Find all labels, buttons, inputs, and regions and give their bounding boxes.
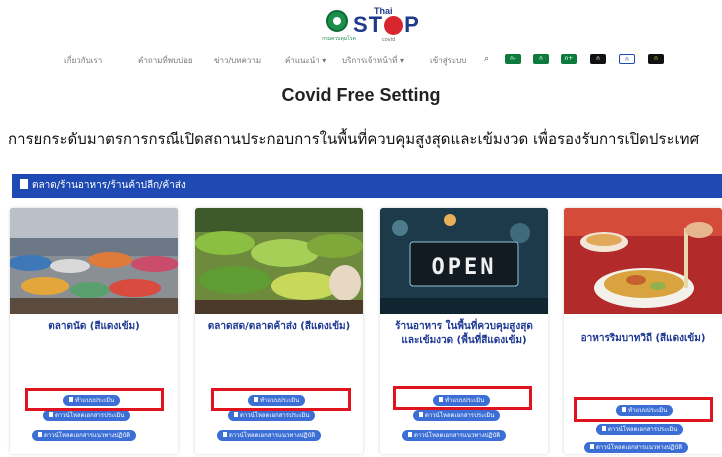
download-guideline-button[interactable]: ดาวน์โหลดเอกสารแนวทางปฏิบัติ <box>584 442 689 453</box>
site-logo[interactable]: กรมควบคุมโรค Thai STOP covid <box>0 6 722 44</box>
font-size-increase-button[interactable]: ก+ <box>561 54 577 64</box>
card-image <box>10 208 178 314</box>
download-icon <box>590 444 594 449</box>
nav-item-advice[interactable]: คำแนะนำ ▾ <box>285 54 326 67</box>
ddc-emblem-icon <box>326 10 348 32</box>
card-title: อาหารริมบาทวิถี (สีแดงเข้ม) <box>580 333 706 344</box>
highlight-box <box>25 388 164 411</box>
download-icon <box>408 432 412 437</box>
card-fresh-market: ตลาดสด/ตลาดค้าส่ง (สีแดงเข้ม) ทำแบบประเม… <box>195 208 363 454</box>
download-icon <box>234 412 238 417</box>
stop-o-icon: O <box>384 16 404 35</box>
download-assessment-button[interactable]: ดาวน์โหลดเอกสารประเมิน <box>413 410 501 421</box>
nav-item-staff-services[interactable]: บริการเจ้าหน้าที่ ▾ <box>342 54 404 67</box>
card-market: ตลาดนัด (สีแดงเข้ม) ทำแบบประเมิน ดาวน์โห… <box>10 208 178 454</box>
contrast-yellow-button[interactable]: ก <box>648 54 664 64</box>
card-title: ตลาดนัด (สีแดงเข้ม) <box>48 321 140 332</box>
nav-item-faq[interactable]: คำถามที่พบบ่อย <box>138 54 193 67</box>
page-title: Covid Free Setting <box>281 85 441 105</box>
page-subheading: การยกระดับมาตรการกรณีเปิดสถานประกอบการใน… <box>8 130 700 148</box>
logo-caption: กรมควบคุมโรค <box>322 36 356 42</box>
download-guideline-button[interactable]: ดาวน์โหลดเอกสารแนวทางปฏิบัติ <box>217 430 322 441</box>
card-title: ตลาดสด/ตลาดค้าส่ง (สีแดงเข้ม) <box>207 321 351 332</box>
download-assessment-button[interactable]: ดาวน์โหลดเอกสารประเมิน <box>596 424 684 435</box>
font-size-decrease-button[interactable]: ก- <box>505 54 521 64</box>
category-label: ตลาด/ร้านอาหาร/ร้านค้าปลีก/ค้าส่ง <box>32 180 186 191</box>
highlight-box <box>574 397 713 422</box>
highlight-box <box>393 386 532 410</box>
logo-brand-big: STOP <box>353 12 420 37</box>
card-image: OPEN <box>380 208 548 314</box>
contrast-dark-button[interactable]: ก <box>590 54 606 64</box>
top-nav: เกี่ยวกับเรา คำถามที่พบบ่อย ข่าว/บทความ … <box>0 52 722 68</box>
document-icon <box>20 179 28 189</box>
download-icon <box>223 432 227 437</box>
contrast-light-button[interactable]: ก <box>619 54 635 64</box>
font-size-normal-button[interactable]: ก <box>533 54 549 64</box>
open-sign-photo: OPEN <box>380 208 548 314</box>
category-header: ตลาด/ร้านอาหาร/ร้านค้าปลีก/ค้าส่ง <box>12 174 722 198</box>
nav-item-login[interactable]: เข้าสู่ระบบ <box>430 54 466 67</box>
download-icon <box>419 412 423 417</box>
nav-item-about[interactable]: เกี่ยวกับเรา <box>64 54 102 67</box>
open-sign-text: OPEN <box>432 255 497 280</box>
download-assessment-button[interactable]: ดาวน์โหลดเอกสารประเมิน <box>228 410 316 421</box>
card-title: ร้านอาหาร ในพื้นที่ควบคุมสูงสุดและเข้มงว… <box>395 321 533 346</box>
market-photo <box>10 208 178 314</box>
download-icon <box>38 432 42 437</box>
download-assessment-button[interactable]: ดาวน์โหลดเอกสารประเมิน <box>43 410 131 421</box>
download-icon <box>49 412 53 417</box>
download-guideline-button[interactable]: ดาวน์โหลดเอกสารแนวทางปฏิบัติ <box>32 430 137 441</box>
card-restaurant: OPEN ร้านอาหาร ในพื้นที่ควบคุมสูงสุดและเ… <box>380 208 548 454</box>
street-food-photo <box>564 208 722 314</box>
vegetable-photo <box>195 208 363 314</box>
download-guideline-button[interactable]: ดาวน์โหลดเอกสารแนวทางปฏิบัติ <box>402 430 507 441</box>
card-image <box>564 208 722 314</box>
card-image <box>195 208 363 314</box>
highlight-box <box>211 388 351 411</box>
download-icon <box>602 426 606 431</box>
search-icon[interactable]: ⌕ <box>484 54 489 64</box>
logo-brand-sub: covid <box>382 37 396 43</box>
nav-item-news[interactable]: ข่าว/บทความ <box>214 54 261 67</box>
